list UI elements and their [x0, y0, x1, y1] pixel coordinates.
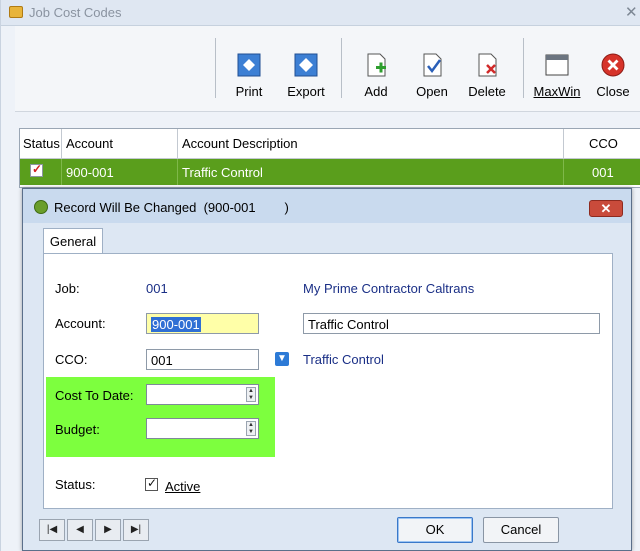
column-header-account[interactable]: Account [66, 136, 113, 151]
cco-label: CCO: [55, 352, 88, 367]
export-label: Export [287, 84, 325, 99]
row-description: Traffic Control [182, 165, 263, 180]
grid-header: Status Account Account Description CCO [20, 129, 640, 159]
status-label: Status: [55, 477, 96, 492]
budget-label: Budget: [55, 422, 100, 437]
column-divider [61, 129, 62, 159]
print-icon [237, 53, 261, 77]
window-titlebar: Job Cost Codes ✕ [1, 0, 640, 26]
toolbar: Print Export Add Open Delete MaxWin Clos… [15, 26, 640, 112]
spinner-icon[interactable]: ▲ ▼ [246, 387, 256, 402]
close-circle-icon [601, 53, 625, 77]
column-divider [177, 159, 178, 185]
column-divider [177, 129, 178, 159]
window-title: Job Cost Codes [29, 5, 122, 20]
add-button[interactable]: Add [348, 52, 404, 106]
first-record-button[interactable]: |◀ [39, 519, 65, 541]
column-divider [563, 129, 564, 159]
status-checkbox [30, 162, 43, 177]
job-value: 001 [146, 281, 168, 296]
tab-general[interactable]: General [43, 228, 103, 254]
column-header-status[interactable]: Status [23, 136, 60, 151]
add-label: Add [364, 84, 388, 99]
general-panel: Job: 001 My Prime Contractor Caltrans Ac… [43, 253, 613, 509]
close-button[interactable]: Close [585, 52, 640, 106]
column-divider [61, 159, 62, 185]
maxwin-button[interactable]: MaxWin [529, 52, 585, 106]
toolbar-separator [215, 38, 216, 98]
print-button[interactable]: Print [221, 52, 277, 106]
export-icon [294, 53, 318, 77]
budget-input[interactable]: ▲ ▼ [146, 418, 259, 439]
column-header-cco[interactable]: CCO [589, 136, 618, 151]
account-description-input[interactable]: Traffic Control [303, 313, 600, 334]
maximize-window-icon [545, 54, 569, 76]
ok-button[interactable]: OK [397, 517, 473, 543]
open-button[interactable]: Open [404, 52, 460, 106]
previous-record-button[interactable]: ◀ [67, 519, 93, 541]
toolbar-separator [341, 38, 342, 98]
cost-to-date-label: Cost To Date: [55, 388, 134, 403]
maxwin-label: MaxWin [533, 84, 581, 99]
cco-description: Traffic Control [303, 352, 384, 367]
folder-icon [9, 6, 23, 18]
print-label: Print [235, 84, 263, 99]
row-cco: 001 [592, 165, 614, 180]
account-input[interactable]: 900-001 [146, 313, 259, 334]
dialog-titlebar: Record Will Be Changed (900-001 ) ✕ [23, 189, 631, 223]
row-account: 900-001 [66, 165, 114, 180]
dialog-close-button[interactable]: ✕ [589, 200, 623, 217]
job-label: Job: [55, 281, 80, 296]
spinner-icon[interactable]: ▲ ▼ [246, 421, 256, 436]
toolbar-separator [523, 38, 524, 98]
delete-label: Delete [468, 84, 506, 99]
delete-button[interactable]: Delete [459, 52, 515, 106]
last-record-button[interactable]: ▶| [123, 519, 149, 541]
dialog-title: Record Will Be Changed (900-001 ) [54, 200, 289, 215]
account-label: Account: [55, 316, 106, 331]
lookup-arrow-icon[interactable]: ▼ [275, 352, 289, 366]
close-label: Close [596, 84, 630, 99]
column-header-description[interactable]: Account Description [182, 136, 298, 151]
cancel-button[interactable]: Cancel [483, 517, 559, 543]
window-close-button[interactable]: ✕ [625, 3, 638, 21]
table-row[interactable]: 900-001 Traffic Control 001 [20, 159, 640, 185]
cco-input[interactable]: 001 [146, 349, 259, 370]
app-icon [34, 200, 48, 214]
job-cost-codes-grid: Status Account Account Description CCO 9… [19, 128, 640, 188]
record-changed-dialog: Record Will Be Changed (900-001 ) ✕ Gene… [22, 188, 632, 551]
cost-to-date-input[interactable]: ▲ ▼ [146, 384, 259, 405]
export-button[interactable]: Export [278, 52, 334, 106]
job-description: My Prime Contractor Caltrans [303, 281, 475, 296]
column-divider [563, 159, 564, 185]
open-icon [423, 53, 442, 77]
open-label: Open [416, 84, 448, 99]
account-selection: 900-001 [151, 317, 201, 332]
add-icon [367, 53, 386, 77]
active-checkbox[interactable] [145, 476, 158, 491]
next-record-button[interactable]: ▶ [95, 519, 121, 541]
active-label: Active [165, 479, 201, 494]
delete-icon [478, 53, 497, 77]
